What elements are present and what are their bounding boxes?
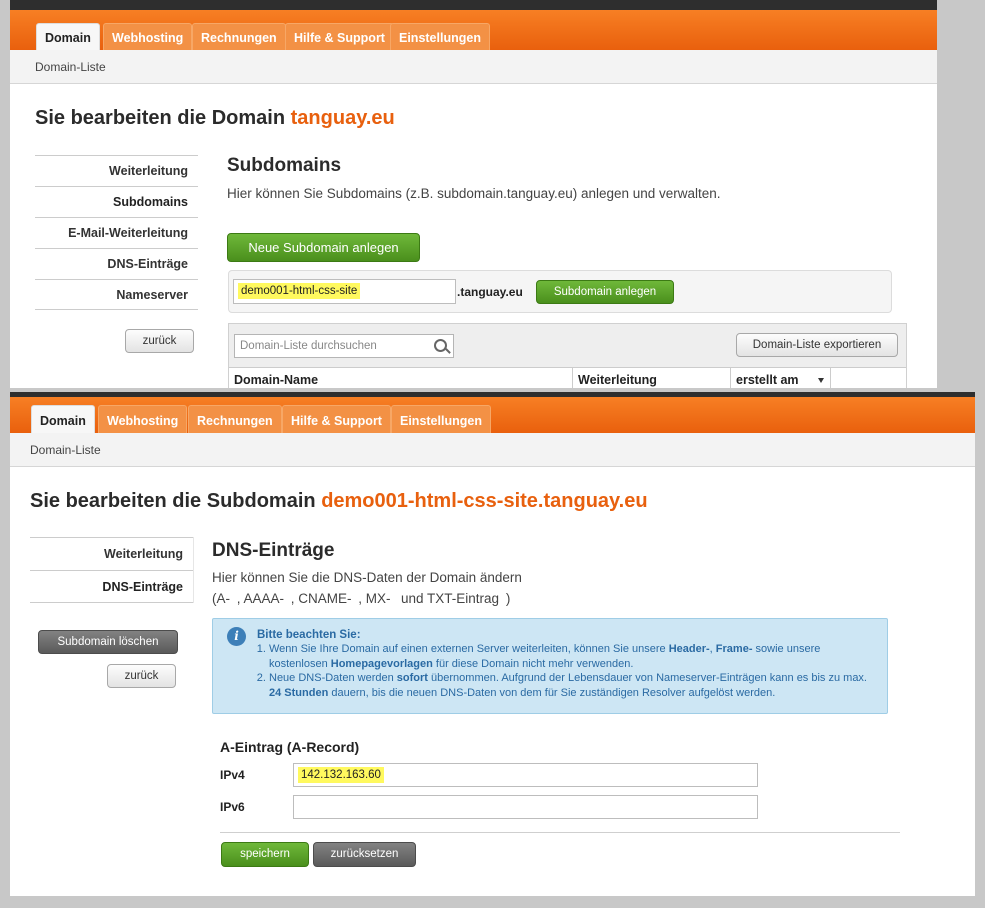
side-navigation: Weiterleitung Subdomains E-Mail-Weiterle… [35,155,198,310]
info-notice-box: i Bitte beachten Sie: Wenn Sie Ihre Doma… [212,618,888,714]
form-divider [220,832,900,833]
new-subdomain-form: demo001-html-css-site .tanguay.eu Subdom… [228,270,892,313]
section-title: Subdomains [227,155,342,176]
info-item-1-frame: Frame- [715,643,753,655]
domain-list-panel: Domain-Liste durchsuchen Domain-Liste ex… [228,323,907,388]
breadcrumb-domain-liste[interactable]: Domain-Liste [30,433,101,467]
column-weiterleitung[interactable]: Weiterleitung [573,368,731,388]
sidebar-item-dns-eintraege[interactable]: DNS-Einträge [35,248,198,279]
create-subdomain-button[interactable]: Subdomain anlegen [536,280,674,304]
info-item-1-templates: Homepagevorlagen [330,657,433,670]
new-subdomain-button[interactable]: Neue Subdomain anlegen [227,233,420,262]
ipv4-label: IPv4 [220,768,245,782]
info-item-2-hours: 24 Stunden [269,686,329,699]
page-title-subdomain: demo001-html-css-site.tanguay.eu [321,490,648,512]
column-erstellt-am-label: erstellt am [736,373,799,387]
page-title: Sie bearbeiten die Subdomain demo001-htm… [30,490,648,513]
tab-einstellungen[interactable]: Einstellungen [391,405,491,435]
screenshot-dns-eintraege: Domain Webhosting Rechnungen Hilfe & Sup… [10,392,975,896]
subdomain-name-input[interactable]: demo001-html-css-site [233,279,456,304]
page-title-domain: tanguay.eu [290,107,395,129]
sidebar-item-email-weiterleitung[interactable]: E-Mail-Weiterleitung [35,217,198,248]
tab-rechnungen[interactable]: Rechnungen [192,23,286,51]
ipv4-value: 142.132.163.60 [298,767,384,783]
a-record-title: A-Eintrag (A-Record) [220,739,360,755]
info-item-2: Neue DNS-Daten werden sofort übernommen.… [269,671,881,700]
info-list: Wenn Sie Ihre Domain auf einen externen … [257,642,881,700]
info-item-1-header: Header- [668,643,710,655]
info-item-1-text: Wenn Sie Ihre Domain auf einen externen … [269,643,669,655]
top-header-strip [10,0,937,10]
screenshot-subdomains: Domain Webhosting Rechnungen Hilfe & Sup… [10,0,937,388]
info-title: Bitte beachten Sie: [257,629,361,641]
sidebar-item-weiterleitung[interactable]: Weiterleitung [35,155,198,186]
save-button[interactable]: speichern [221,842,309,867]
search-icon[interactable] [434,339,447,352]
section-description: Hier können Sie die DNS-Daten der Domain… [212,570,522,585]
tab-rechnungen[interactable]: Rechnungen [188,405,282,435]
column-erstellt-am[interactable]: erstellt am [731,368,831,388]
tab-webhosting[interactable]: Webhosting [103,23,193,51]
tab-webhosting[interactable]: Webhosting [98,405,188,435]
page-title-prefix: Sie bearbeiten die Subdomain [30,490,316,512]
breadcrumb-bar: Domain-Liste [10,50,937,84]
sort-down-icon[interactable] [818,378,824,383]
info-icon: i [227,627,246,646]
info-item-1: Wenn Sie Ihre Domain auf einen externen … [269,642,881,671]
tab-domain[interactable]: Domain [36,23,100,53]
info-item-2-sofort: sofort [396,672,428,684]
search-placeholder: Domain-Liste durchsuchen [240,340,377,352]
tab-hilfe-support[interactable]: Hilfe & Support [285,23,394,51]
info-item-1-text-3: für diese Domain nicht mehr verwenden. [432,657,634,670]
back-button[interactable]: zurück [125,329,194,353]
domain-list-search-input[interactable]: Domain-Liste durchsuchen [234,334,454,358]
section-description: Hier können Sie Subdomains (z.B. subdoma… [227,186,721,201]
page-title-prefix: Sie bearbeiten die Domain [35,107,286,129]
delete-subdomain-button[interactable]: Subdomain löschen [38,630,178,654]
back-button[interactable]: zurück [107,664,176,688]
sidebar-item-dns-eintraege[interactable]: DNS-Einträge [30,570,193,603]
ipv6-input[interactable] [293,795,758,819]
reset-button[interactable]: zurücksetzen [313,842,416,867]
info-item-2-text-3: dauern, bis die neuen DNS-Daten von dem … [328,686,776,699]
main-nav-bar: Domain Webhosting Rechnungen Hilfe & Sup… [10,10,937,53]
breadcrumb-domain-liste[interactable]: Domain-Liste [35,50,106,84]
sidebar-item-subdomains[interactable]: Subdomains [35,186,198,217]
sidebar-item-nameserver[interactable]: Nameserver [35,279,198,310]
breadcrumb-bar: Domain-Liste [10,433,975,467]
ipv4-input[interactable]: 142.132.163.60 [293,763,758,787]
info-item-2-text-2: übernommen. Aufgrund der Lebensdauer von… [427,672,867,684]
ipv6-label: IPv6 [220,800,245,814]
record-types-hint: (A- , AAAA- , CNAME- , MX- und TXT-Eintr… [212,591,511,606]
side-navigation: Weiterleitung DNS-Einträge [30,537,194,603]
tab-einstellungen[interactable]: Einstellungen [390,23,490,51]
page-title: Sie bearbeiten die Domain tanguay.eu [35,107,395,130]
column-domain-name[interactable]: Domain-Name [229,368,573,388]
tab-hilfe-support[interactable]: Hilfe & Support [282,405,391,435]
section-title: DNS-Einträge [212,540,335,561]
info-item-2-text: Neue DNS-Daten werden [269,672,397,684]
main-nav-bar: Domain Webhosting Rechnungen Hilfe & Sup… [10,397,975,438]
domain-table-header: Domain-Name Weiterleitung erstellt am [229,367,906,388]
domain-suffix-label: .tanguay.eu [457,285,523,299]
export-domain-list-button[interactable]: Domain-Liste exportieren [736,333,898,357]
sidebar-item-weiterleitung[interactable]: Weiterleitung [30,537,193,570]
subdomain-name-value: demo001-html-css-site [238,283,361,299]
